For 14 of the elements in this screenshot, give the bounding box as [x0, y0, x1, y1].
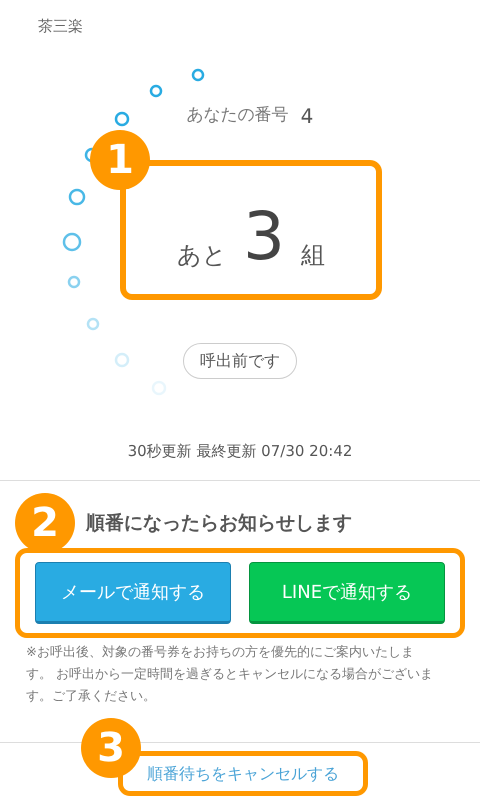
notice-text: ※お呼出後、対象の番号券をお持ちの方を優先的にご案内いたします。 お呼出から一定時間を過ぎるとキャンセルになる場合がございます。ご了承ください。 [25, 644, 434, 706]
remaining-prefix: あと [177, 240, 227, 270]
callout-badge: 3 [81, 718, 141, 778]
remaining-suffix: 組 [301, 240, 325, 270]
mail-notify-button[interactable]: メールで通知する [35, 562, 231, 624]
remaining-count: 3 [243, 204, 285, 270]
store-name: 茶三楽 [38, 17, 83, 35]
your-number-label: あなたの番号 [186, 104, 289, 128]
your-number: 4 [300, 103, 314, 130]
notify-heading: 順番になったらお知らせします [86, 512, 352, 534]
update-info: 30秒更新 最終更新 07/30 20:42 [128, 441, 352, 461]
status-badge: 呼出前です [183, 343, 297, 379]
line-notify-button[interactable]: LINEで通知する [249, 562, 445, 624]
callout-badge: 1 [90, 130, 150, 190]
